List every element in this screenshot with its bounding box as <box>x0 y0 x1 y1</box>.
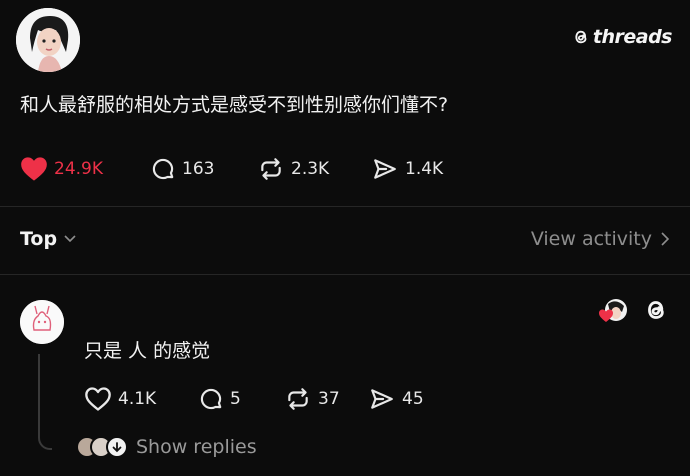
view-activity-link[interactable]: View activity <box>531 228 670 250</box>
reply-share-button[interactable]: 45 <box>368 386 424 412</box>
chevron-right-icon <box>661 232 670 246</box>
view-activity-label: View activity <box>530 228 652 250</box>
reply-repost-button[interactable]: 37 <box>284 386 368 412</box>
author-avatar[interactable] <box>16 8 80 72</box>
threads-logo-icon <box>575 30 587 44</box>
reply-text: 只是 人 的感觉 <box>84 340 211 362</box>
reply-repost-count: 37 <box>318 389 340 409</box>
expand-down-icon <box>106 436 128 458</box>
comment-icon <box>152 158 174 180</box>
repost-button[interactable]: 2.3K <box>257 156 371 182</box>
threads-brand: threads <box>571 26 673 48</box>
reply-like-count: 4.1K <box>118 389 157 409</box>
liked-by-author-icon <box>599 299 627 322</box>
sort-dropdown[interactable]: Top <box>20 228 77 250</box>
divider <box>0 206 690 207</box>
sort-label: Top <box>20 228 58 250</box>
show-replies-label: Show replies <box>136 436 257 458</box>
threads-brand-text: threads <box>592 26 673 48</box>
threads-small-logo <box>642 296 670 328</box>
send-icon <box>374 159 396 179</box>
share-count: 1.4K <box>405 159 444 179</box>
post-actions: 24.9K 163 2.3K 1.4K <box>20 156 443 182</box>
reply-comment-button[interactable]: 5 <box>198 386 284 412</box>
reply-like-button[interactable]: 4.1K <box>84 386 198 412</box>
threads-logo-icon <box>648 301 664 319</box>
heart-filled-icon <box>21 157 47 181</box>
replier-avatars <box>76 436 128 458</box>
repost-icon <box>261 158 281 180</box>
like-count: 24.9K <box>54 159 103 179</box>
heart-icon <box>85 387 111 411</box>
thread-connector-line <box>38 354 52 450</box>
comment-icon <box>200 388 222 410</box>
repost-icon <box>288 388 308 410</box>
reply-count: 163 <box>182 159 215 179</box>
reply-comment-count: 5 <box>230 389 241 409</box>
chevron-down-icon <box>64 235 76 243</box>
send-icon <box>371 389 393 409</box>
author-liked-badge <box>598 298 628 324</box>
post-text: 和人最舒服的相处方式是感受不到性别感你们懂不? <box>20 94 449 116</box>
show-replies-button[interactable]: Show replies <box>76 436 257 458</box>
share-button[interactable]: 1.4K <box>371 156 443 182</box>
reply-button[interactable]: 163 <box>150 156 257 182</box>
reply-author-avatar[interactable] <box>20 300 64 344</box>
repost-count: 2.3K <box>291 159 330 179</box>
like-button[interactable]: 24.9K <box>20 156 150 182</box>
divider <box>0 274 690 275</box>
reply-actions: 4.1K 5 37 45 <box>84 386 424 412</box>
reply-share-count: 45 <box>402 389 424 409</box>
